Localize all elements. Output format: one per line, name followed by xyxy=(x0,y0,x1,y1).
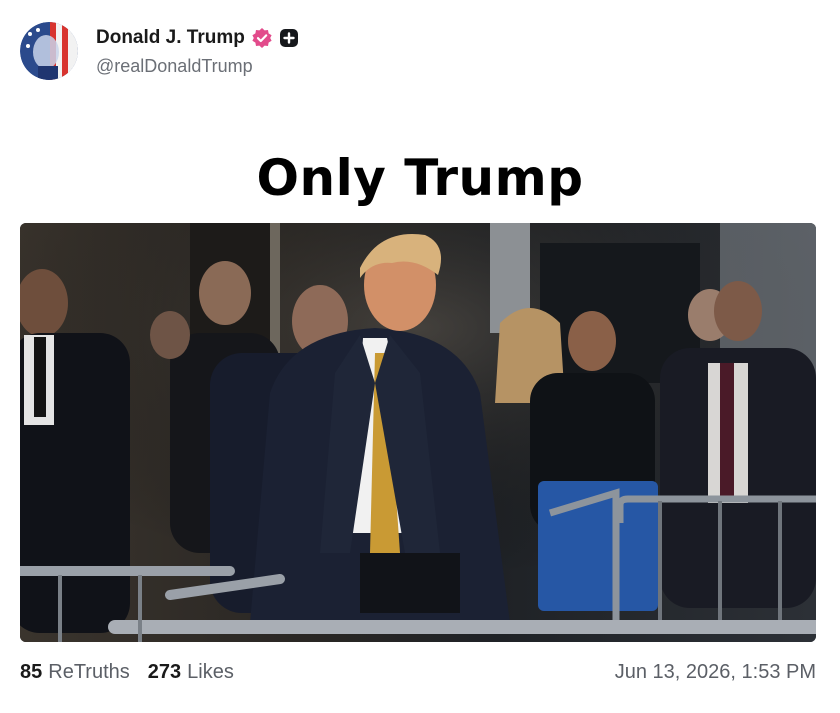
likes-count: 273 xyxy=(147,660,182,683)
author-info: Donald J. Trump @realDonaldTrump xyxy=(96,26,299,77)
retruths-count: 85 xyxy=(20,660,43,683)
verified-badge-icon xyxy=(251,27,273,49)
post-timestamp[interactable]: Jun 13, 2026, 1:53 PM xyxy=(615,661,816,684)
post-text: Only Trump xyxy=(256,149,584,207)
plus-square-icon xyxy=(279,28,299,48)
avatar[interactable] xyxy=(20,22,78,80)
post-image[interactable] xyxy=(20,223,816,642)
name-row: Donald J. Trump xyxy=(96,26,299,50)
display-name[interactable]: Donald J. Trump xyxy=(96,27,245,49)
author-handle[interactable]: @realDonaldTrump xyxy=(96,56,299,77)
post-header: Donald J. Trump @realDonaldTrump xyxy=(20,20,299,82)
likes-label: Likes xyxy=(187,660,234,683)
retruths-stat[interactable]: 85 ReTruths xyxy=(20,661,130,684)
post-footer: 85 ReTruths 273 Likes Jun 13, 2026, 1:53… xyxy=(20,658,816,686)
likes-stat[interactable]: 273 Likes xyxy=(148,661,234,684)
retruths-label: ReTruths xyxy=(48,660,130,683)
